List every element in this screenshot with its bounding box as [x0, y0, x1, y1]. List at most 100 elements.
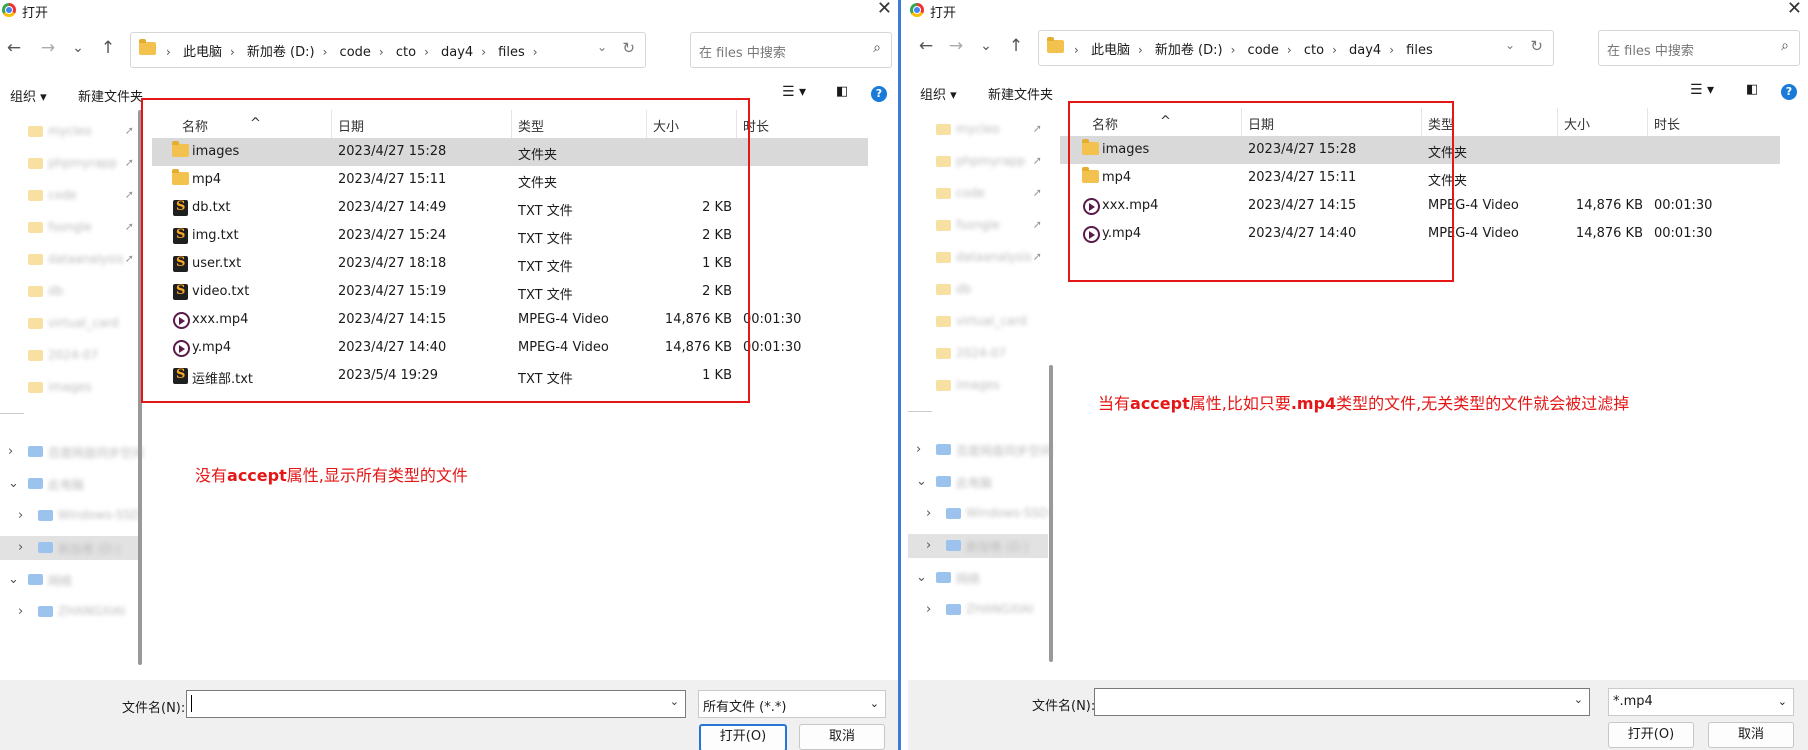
sidebar-folder-item[interactable]: fsongle ➚ [0, 216, 140, 240]
organize-menu[interactable]: 组织 ▾ [920, 84, 957, 103]
chevron-down-icon[interactable]: ⌄ [670, 695, 679, 708]
search-input[interactable]: 在 files 中搜索 ⌕ [690, 32, 892, 68]
annotation-text: 没有accept属性,显示所有类型的文件 [195, 462, 468, 486]
recent-locations-chevron-icon[interactable]: ⌄ [974, 38, 998, 54]
preview-pane-icon[interactable]: ◧ [836, 84, 848, 99]
sidebar-tree-item[interactable]: ⌄ 此电脑 [908, 470, 1048, 494]
open-button[interactable]: 打开(O) [1608, 722, 1694, 748]
sidebar-tree-item[interactable]: › Windows-SSD [0, 504, 140, 528]
help-icon[interactable]: ? [1781, 84, 1797, 100]
sidebar-tree-item[interactable]: › 新加卷 (D:) [0, 536, 140, 560]
sidebar-folder-item[interactable]: images [0, 376, 140, 400]
address-dropdown-icon[interactable]: ⌄ [597, 40, 607, 54]
chevron-down-icon[interactable]: ⌄ [916, 474, 927, 489]
back-arrow-icon[interactable]: ← [2, 38, 26, 58]
breadcrumb-item[interactable]: 此电脑 [183, 45, 222, 60]
view-options-icon[interactable]: ☰ ▾ [782, 84, 806, 100]
file-type-select[interactable]: 所有文件 (*.*) ⌄ [698, 690, 886, 718]
search-input[interactable]: 在 files 中搜索 ⌕ [1598, 30, 1800, 66]
new-folder-button[interactable]: 新建文件夹 [78, 86, 143, 105]
sidebar-folder-item[interactable]: images [908, 374, 1048, 398]
refresh-icon[interactable]: ↻ [1530, 37, 1543, 55]
breadcrumb-item[interactable]: cto [396, 45, 416, 60]
chevron-right-icon[interactable]: › [18, 508, 23, 523]
chevron-down-icon[interactable]: ⌄ [8, 476, 19, 491]
column-divider[interactable] [1647, 108, 1648, 136]
chevron-right-icon[interactable]: › [926, 538, 931, 553]
chevron-right-icon[interactable]: › [916, 442, 921, 457]
sidebar-tree-item[interactable]: ⌄ 网络 [0, 568, 140, 592]
sidebar-folder-item[interactable]: phpmyrapp ➚ [0, 152, 140, 176]
up-arrow-icon[interactable]: ↑ [1004, 36, 1028, 56]
organize-menu[interactable]: 组织 ▾ [10, 86, 47, 105]
forward-arrow-icon[interactable]: → [944, 36, 968, 56]
breadcrumb-item[interactable]: cto [1304, 43, 1324, 58]
sidebar-folder-item[interactable]: dataanalysis ➚ [0, 248, 140, 272]
address-bar[interactable]: › 此电脑 › 新加卷 (D:) › code › cto › day4 › files ›… [130, 32, 646, 68]
chevron-down-icon[interactable]: ⌄ [916, 570, 927, 585]
back-arrow-icon[interactable]: ← [914, 36, 938, 56]
breadcrumb-item[interactable]: 新加卷 (D:) [1155, 43, 1223, 58]
close-button[interactable]: ✕ [877, 0, 892, 19]
breadcrumb-item[interactable]: code [340, 45, 371, 60]
sidebar-folder-item[interactable]: mycleo ➚ [908, 118, 1048, 142]
breadcrumb-item[interactable]: day4 [441, 45, 473, 60]
sidebar-tree-item[interactable]: › 新加卷 (D:) [908, 534, 1048, 558]
close-button[interactable]: ✕ [1787, 0, 1802, 19]
sidebar-folder-item[interactable]: db [908, 278, 1048, 302]
cancel-button[interactable]: 取消 [799, 724, 885, 750]
sidebar-tree-item[interactable]: › Windows-SSD [908, 502, 1048, 526]
new-folder-button[interactable]: 新建文件夹 [988, 84, 1053, 103]
sidebar-folder-item[interactable]: 2024-07 [0, 344, 140, 368]
preview-pane-icon[interactable]: ◧ [1746, 82, 1758, 97]
sidebar-folder-item[interactable]: code ➚ [0, 184, 140, 208]
chevron-down-icon[interactable]: ⌄ [8, 572, 19, 587]
column-duration[interactable]: 时长 [1654, 114, 1680, 133]
column-divider[interactable] [1557, 108, 1558, 136]
sidebar-folder-item[interactable]: mycleo ➚ [0, 120, 140, 144]
cancel-button[interactable]: 取消 [1708, 722, 1794, 748]
sidebar-tree-item[interactable]: › 百度网盘同步空间 [0, 440, 144, 464]
refresh-icon[interactable]: ↻ [622, 39, 635, 57]
address-dropdown-icon[interactable]: ⌄ [1505, 38, 1515, 52]
breadcrumb-item[interactable]: 此电脑 [1091, 43, 1130, 58]
chevron-down-icon[interactable]: ⌄ [1574, 693, 1583, 706]
sidebar-folder-item[interactable]: virtual_card [908, 310, 1048, 334]
breadcrumb-item[interactable]: files [1406, 43, 1433, 58]
breadcrumb-item[interactable]: 新加卷 (D:) [247, 45, 315, 60]
window-divider [898, 0, 908, 750]
sidebar-folder-item[interactable]: 2024-07 [908, 342, 1048, 366]
filename-input[interactable]: ⌄ [186, 690, 686, 718]
sidebar-tree-item[interactable]: › ZHANGXIAI [0, 600, 140, 624]
sidebar-folder-item[interactable]: phpmyrapp ➚ [908, 150, 1048, 174]
view-options-icon[interactable]: ☰ ▾ [1690, 82, 1714, 98]
address-bar[interactable]: › 此电脑 › 新加卷 (D:) › code › cto › day4 › files … [1038, 30, 1554, 66]
breadcrumb-item[interactable]: files [498, 45, 525, 60]
sidebar-tree-item[interactable]: › ZHANGXIAI [908, 598, 1048, 622]
file-type-select[interactable]: *.mp4 ⌄ [1608, 688, 1794, 716]
sidebar-tree-item[interactable]: ⌄ 此电脑 [0, 472, 140, 496]
chevron-right-icon[interactable]: › [926, 602, 931, 617]
open-button[interactable]: 打开(O) [699, 724, 787, 750]
sidebar-folder-item[interactable]: virtual_card [0, 312, 140, 336]
breadcrumb-item[interactable]: day4 [1349, 43, 1381, 58]
filename-input[interactable]: ⌄ [1094, 688, 1590, 716]
chevron-right-icon[interactable]: › [18, 540, 23, 555]
sidebar-tree-item[interactable]: ⌄ 网络 [908, 566, 1048, 590]
sidebar-scrollbar[interactable] [1049, 365, 1053, 662]
chevron-right-icon[interactable]: › [18, 604, 23, 619]
column-size[interactable]: 大小 [1564, 114, 1590, 133]
chevron-right-icon[interactable]: › [926, 506, 931, 521]
recent-locations-chevron-icon[interactable]: ⌄ [66, 40, 90, 56]
sidebar-folder-item[interactable]: code ➚ [908, 182, 1048, 206]
sidebar-tree-item[interactable]: › 百度网盘同步空间 [908, 438, 1052, 462]
forward-arrow-icon[interactable]: → [36, 38, 60, 58]
sidebar-folder-item[interactable]: dataanalysis ➚ [908, 246, 1048, 270]
help-icon[interactable]: ? [871, 86, 887, 102]
breadcrumb-item[interactable]: code [1248, 43, 1279, 58]
chevron-right-icon[interactable]: › [8, 444, 13, 459]
sidebar-item-label: images [956, 378, 1000, 392]
sidebar-folder-item[interactable]: fsongle ➚ [908, 214, 1048, 238]
up-arrow-icon[interactable]: ↑ [96, 38, 120, 58]
sidebar-folder-item[interactable]: db [0, 280, 140, 304]
